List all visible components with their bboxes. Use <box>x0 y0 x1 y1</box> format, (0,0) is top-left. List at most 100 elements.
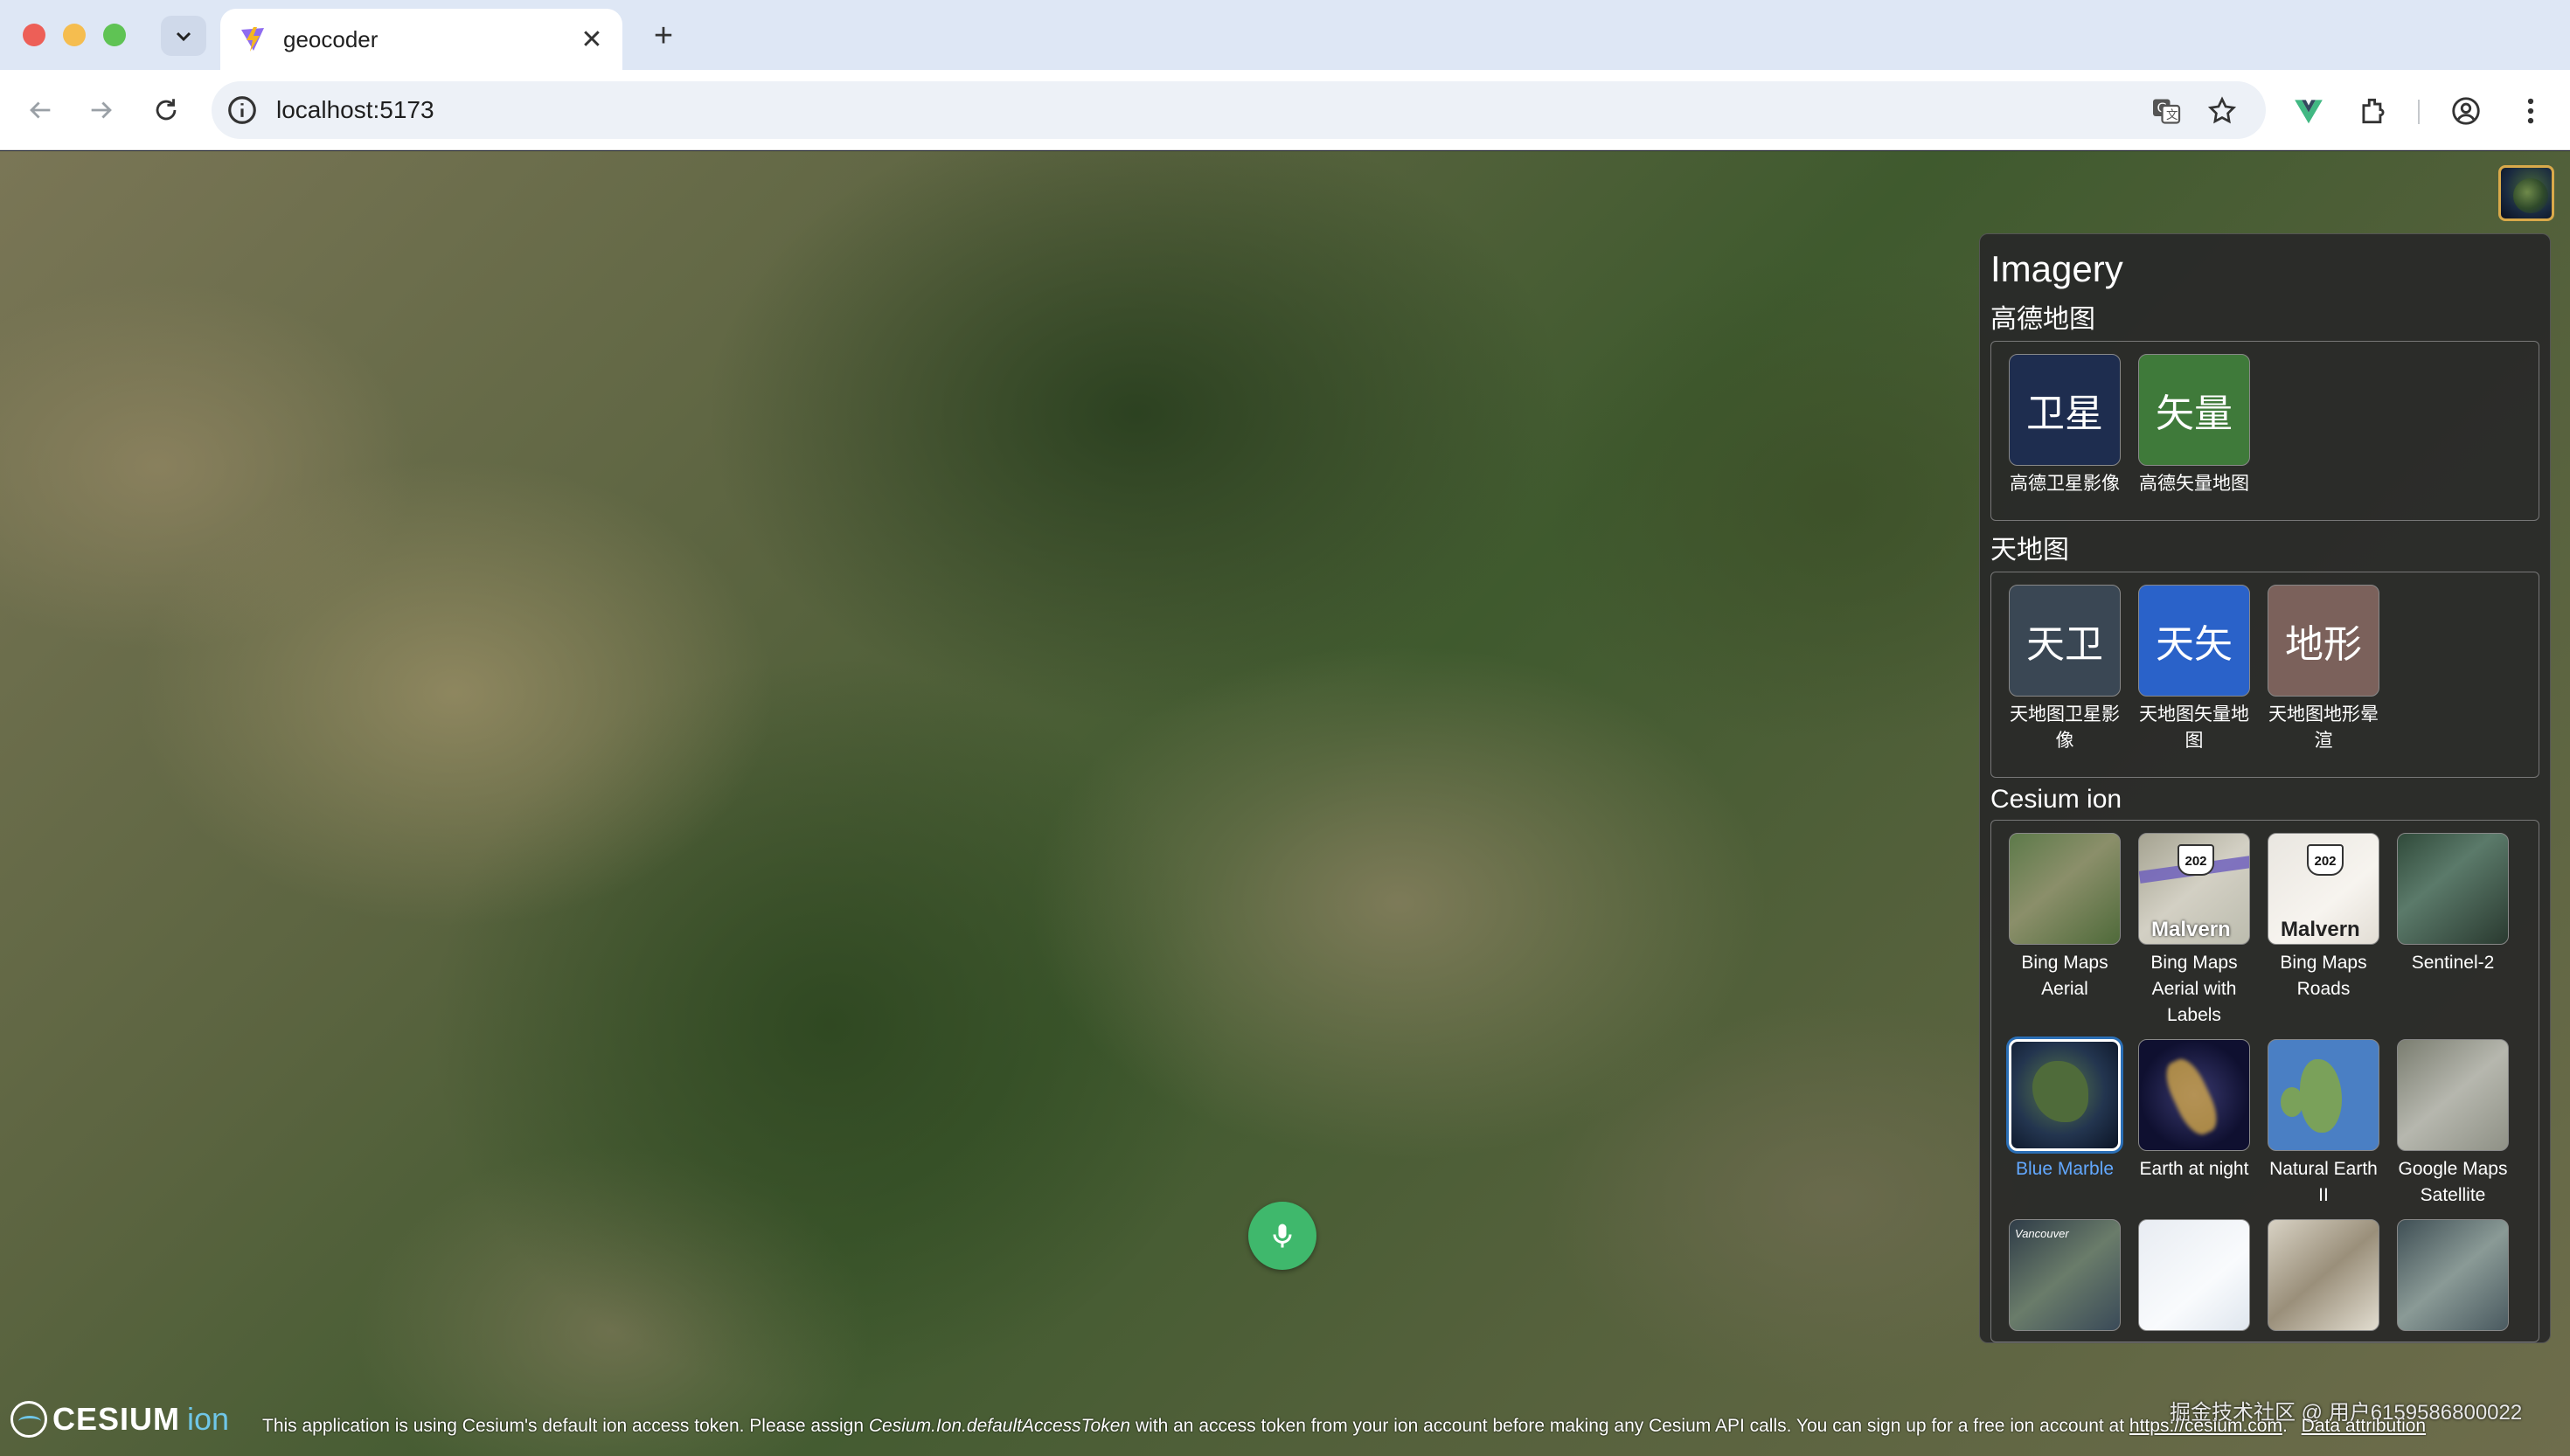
imagery-thumbnail: 202 Malvern <box>2268 833 2379 945</box>
microphone-icon <box>1273 1224 1292 1248</box>
imagery-item-bing-aerial[interactable]: Bing Maps Aerial <box>2000 833 2129 1029</box>
url-text: localhost:5173 <box>276 96 434 123</box>
imagery-thumbnail: 天卫 <box>2009 585 2121 697</box>
tab-search-button[interactable] <box>161 16 206 56</box>
imagery-item-bing-aerial-labels[interactable]: 202 Malvern Bing Maps Aerial with Labels <box>2129 833 2259 1029</box>
imagery-thumbnail <box>2397 1219 2509 1331</box>
reload-button[interactable] <box>147 91 185 129</box>
credit-post: with an access token from your ion accou… <box>1130 1416 2129 1436</box>
imagery-label: Bing Maps Roads <box>2280 953 2367 999</box>
tab-title: geocoder <box>283 25 379 52</box>
continent-shape <box>2032 1061 2088 1122</box>
browser-tabbar: geocoder ✕ + <box>0 0 2570 70</box>
voice-search-button[interactable] <box>1248 1202 1316 1270</box>
window-close-button[interactable] <box>23 24 45 46</box>
star-icon[interactable] <box>2206 95 2238 127</box>
imagery-item-row3-3[interactable] <box>2259 1219 2388 1331</box>
imagery-item-row3-1[interactable]: Vancouver <box>2000 1219 2129 1331</box>
imagery-item-bing-roads[interactable]: 202 Malvern Bing Maps Roads <box>2259 833 2388 1029</box>
vite-bolt-icon <box>241 27 264 52</box>
island-shape <box>2300 1059 2342 1133</box>
credit-end: . <box>2282 1416 2288 1436</box>
imagery-thumbnail: 202 Malvern <box>2138 833 2250 945</box>
place-label: Malvern <box>2151 918 2231 941</box>
cesium-ion-logo[interactable]: CESIUM ion <box>10 1400 229 1439</box>
credit-pre: This application is using Cesium's defau… <box>262 1416 869 1436</box>
island-shape <box>2281 1087 2303 1117</box>
chevron-down-icon <box>176 31 191 42</box>
imagery-item-earth-at-night[interactable]: Earth at night <box>2129 1039 2259 1209</box>
extensions-icon[interactable] <box>2357 94 2390 128</box>
imagery-label: 高德卫星影像 <box>2010 474 2120 494</box>
imagery-thumbnail: 天矢 <box>2138 585 2250 697</box>
arrow-left-icon <box>30 101 51 119</box>
back-button[interactable] <box>21 91 59 129</box>
imagery-item-tdt-terrain[interactable]: 地形 天地图地形晕渲 <box>2259 585 2388 754</box>
section-cesium-ion: Bing Maps Aerial 202 Malvern Bing Maps A… <box>1990 820 2539 1342</box>
city-lights-shape <box>2158 1053 2225 1141</box>
section-title-gaode: 高德地图 <box>1990 305 2095 334</box>
imagery-item-blue-marble[interactable]: Blue Marble <box>2000 1039 2129 1209</box>
imagery-label: Blue Marble <box>2015 1159 2115 1179</box>
imagery-label: 天地图卫星影像 <box>2010 704 2120 751</box>
close-icon[interactable]: ✕ <box>579 24 605 55</box>
imagery-label: Earth at night <box>2139 1159 2249 1179</box>
imagery-item-row3-4[interactable] <box>2388 1219 2518 1331</box>
globe-icon <box>2513 178 2548 213</box>
place-label: Vancouver <box>2015 1227 2069 1240</box>
imagery-item-sentinel-2[interactable]: Sentinel-2 <box>2388 833 2518 1029</box>
svg-text:文: 文 <box>2166 108 2178 122</box>
more-vert-icon[interactable] <box>2514 94 2547 128</box>
imagery-thumbnail <box>2397 833 2509 945</box>
imagery-thumbnail <box>2397 1039 2509 1151</box>
imagery-item-google-maps-satellite[interactable]: Google Maps Satellite <box>2388 1039 2518 1209</box>
vue-devtools-icon[interactable] <box>2292 94 2325 128</box>
imagery-label: 天地图地形晕渲 <box>2268 704 2379 751</box>
toolbar-divider <box>2418 100 2420 124</box>
imagery-item-gaode-satellite[interactable]: 卫星 高德卫星影像 <box>2000 354 2129 497</box>
window-zoom-button[interactable] <box>103 24 126 46</box>
imagery-thumbnail <box>2138 1039 2250 1151</box>
browser-toolbar: localhost:5173 G文 <box>0 70 2570 150</box>
imagery-item-gaode-vector[interactable]: 矢量 高德矢量地图 <box>2129 354 2259 497</box>
imagery-thumbnail: 地形 <box>2268 585 2379 697</box>
reload-icon <box>156 99 177 121</box>
browser-tab[interactable]: geocoder ✕ <box>220 9 622 70</box>
imagery-thumbnail: 卫星 <box>2009 354 2121 466</box>
logo-ion: ion <box>187 1401 230 1437</box>
new-tab-button[interactable]: + <box>643 16 684 56</box>
imagery-thumbnail <box>2009 1039 2121 1151</box>
window-minimize-button[interactable] <box>63 24 86 46</box>
credit-code: Cesium.Ion.defaultAccessToken <box>868 1416 1131 1436</box>
imagery-item-tdt-satellite[interactable]: 天卫 天地图卫星影像 <box>2000 585 2129 754</box>
info-icon[interactable] <box>226 94 259 127</box>
imagery-item-natural-earth-ii[interactable]: Natural Earth II <box>2259 1039 2388 1209</box>
section-title-tianditu: 天地图 <box>1990 536 2069 565</box>
imagery-thumbnail <box>2268 1039 2379 1151</box>
cesium-logo-icon <box>10 1401 47 1438</box>
imagery-thumbnail: Vancouver <box>2009 1219 2121 1331</box>
imagery-label: Google Maps Satellite <box>2398 1159 2508 1205</box>
imagery-thumbnail <box>2268 1219 2379 1331</box>
section-gaode: 卫星 高德卫星影像 矢量 高德矢量地图 <box>1990 341 2539 521</box>
data-attribution-link[interactable]: Data attribution <box>2302 1416 2426 1436</box>
forward-button[interactable] <box>82 91 121 129</box>
imagery-label: Bing Maps Aerial <box>2021 953 2108 999</box>
imagery-label: Bing Maps Aerial with Labels <box>2150 953 2238 1025</box>
address-bar[interactable]: localhost:5173 G文 <box>212 81 2266 139</box>
place-label: Malvern <box>2281 918 2360 941</box>
profile-icon[interactable] <box>2449 94 2483 128</box>
imagery-item-tdt-vector[interactable]: 天矢 天地图矢量地图 <box>2129 585 2259 754</box>
arrow-right-icon <box>91 101 112 119</box>
translate-icon[interactable]: G文 <box>2150 95 2182 127</box>
cesium-link[interactable]: https://cesium.com <box>2129 1416 2282 1436</box>
route-shield: 202 <box>2178 844 2214 876</box>
imagery-label: 高德矢量地图 <box>2139 474 2249 494</box>
imagery-label: Natural Earth II <box>2269 1159 2378 1205</box>
imagery-thumbnail <box>2009 833 2121 945</box>
panel-title: Imagery <box>1990 248 2123 289</box>
route-shield: 202 <box>2307 844 2344 876</box>
base-layer-picker-button[interactable] <box>2498 165 2554 221</box>
credit-text: This application is using Cesium's defau… <box>262 1416 2426 1437</box>
imagery-item-row3-2[interactable] <box>2129 1219 2259 1331</box>
